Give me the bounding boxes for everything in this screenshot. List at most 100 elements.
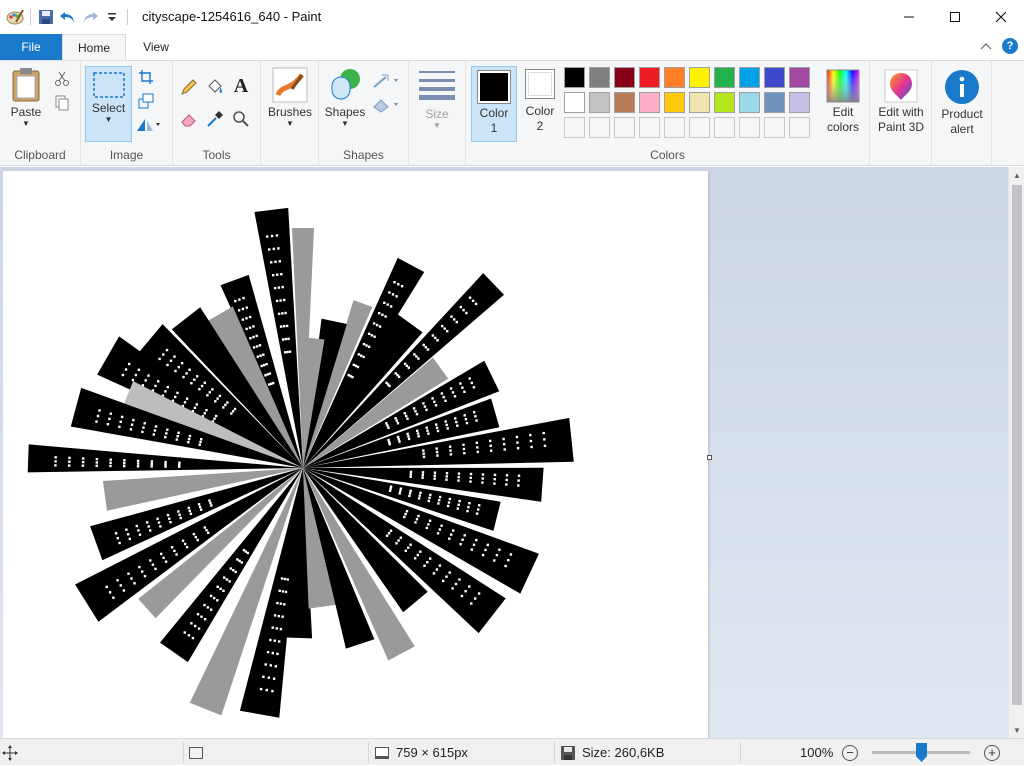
magnifier-icon[interactable] <box>231 109 251 129</box>
size-button[interactable]: Size ▼ <box>415 69 459 130</box>
building-window <box>157 521 161 524</box>
custom-color-slot[interactable] <box>564 117 585 138</box>
palette-swatch[interactable] <box>764 67 785 88</box>
crop-icon[interactable] <box>136 67 156 87</box>
palette-swatch[interactable] <box>614 67 635 88</box>
canvas-resize-handle[interactable] <box>707 455 712 460</box>
palette-swatch[interactable] <box>589 67 610 88</box>
maximize-button[interactable] <box>932 0 978 34</box>
custom-color-slot[interactable] <box>739 117 760 138</box>
eraser-icon[interactable] <box>179 109 199 129</box>
building-window <box>457 503 460 506</box>
custom-color-slot[interactable] <box>589 117 610 138</box>
building-window <box>216 585 219 588</box>
palette-swatch[interactable] <box>714 92 735 113</box>
custom-color-slot[interactable] <box>664 117 685 138</box>
scrollbar-thumb[interactable] <box>1012 185 1022 705</box>
palette-swatch[interactable] <box>739 67 760 88</box>
building-window <box>389 487 392 490</box>
shapes-button[interactable]: Shapes ▼ <box>323 67 367 128</box>
building-window <box>206 606 210 609</box>
undo-icon[interactable] <box>57 7 79 27</box>
building-window <box>198 443 201 446</box>
help-icon[interactable]: ? <box>1002 38 1018 54</box>
resize-icon[interactable] <box>136 91 156 111</box>
building-window <box>159 525 162 528</box>
outline-icon[interactable] <box>371 71 401 91</box>
palette-swatch[interactable] <box>689 92 710 113</box>
palette-swatch[interactable] <box>639 92 660 113</box>
customize-qat-icon[interactable] <box>101 7 123 27</box>
custom-color-slot[interactable] <box>764 117 785 138</box>
building-window <box>286 350 289 354</box>
brushes-button[interactable]: Brushes ▼ <box>266 67 314 128</box>
save-icon[interactable] <box>35 7 57 27</box>
color2-button[interactable]: Color 2 <box>518 69 562 134</box>
color1-button[interactable]: Color 1 <box>471 66 517 142</box>
palette-swatch[interactable] <box>639 67 660 88</box>
minimize-button[interactable] <box>886 0 932 34</box>
copy-icon[interactable] <box>52 93 72 113</box>
fill-bucket-icon[interactable] <box>205 77 225 97</box>
building-window <box>436 339 439 342</box>
building-window <box>408 492 412 495</box>
building-window <box>407 435 410 438</box>
building-window <box>175 438 178 441</box>
close-button[interactable] <box>978 0 1024 34</box>
pencil-icon[interactable] <box>179 77 199 97</box>
palette-swatch[interactable] <box>589 92 610 113</box>
palette-swatch[interactable] <box>689 67 710 88</box>
custom-color-slot[interactable] <box>789 117 810 138</box>
zoom-in-button[interactable]: + <box>984 745 1000 761</box>
building-window <box>122 589 126 592</box>
building-window <box>125 528 128 531</box>
palette-swatch[interactable] <box>789 67 810 88</box>
palette-swatch[interactable] <box>664 92 685 113</box>
color-picker-icon[interactable] <box>205 109 225 129</box>
building-window <box>275 234 279 237</box>
zoom-out-button[interactable]: − <box>842 745 858 761</box>
fill-icon[interactable] <box>371 95 401 115</box>
paste-button[interactable]: Paste ▼ <box>6 67 46 128</box>
tab-view[interactable]: View <box>126 34 186 60</box>
edit-colors-button[interactable]: Edit colors <box>820 69 866 135</box>
custom-color-slot[interactable] <box>639 117 660 138</box>
collapse-ribbon-icon[interactable] <box>980 41 992 51</box>
palette-swatch[interactable] <box>614 92 635 113</box>
scroll-down-icon[interactable]: ▼ <box>1009 722 1024 738</box>
palette-swatch[interactable] <box>714 67 735 88</box>
scroll-up-icon[interactable]: ▲ <box>1009 167 1024 183</box>
palette-swatch[interactable] <box>789 92 810 113</box>
select-button[interactable]: Select ▼ <box>85 66 132 142</box>
building-window <box>162 556 165 559</box>
cut-icon[interactable] <box>52 69 72 89</box>
redo-icon[interactable] <box>79 7 101 27</box>
edit-with-paint3d-button[interactable]: Edit with Paint 3D <box>872 69 930 135</box>
product-alert-button[interactable]: Product alert <box>934 69 990 137</box>
palette-swatch[interactable] <box>564 67 585 88</box>
palette-swatch[interactable] <box>564 92 585 113</box>
custom-color-slot[interactable] <box>614 117 635 138</box>
palette-swatch[interactable] <box>764 92 785 113</box>
building-window <box>203 526 206 529</box>
text-tool-icon[interactable]: A <box>231 75 251 97</box>
rotate-icon[interactable] <box>134 115 162 135</box>
palette-swatch[interactable] <box>739 92 760 113</box>
building-window <box>505 478 508 482</box>
vertical-scrollbar[interactable]: ▲ ▼ <box>1008 167 1024 738</box>
building-window <box>456 424 459 427</box>
tab-file[interactable]: File <box>0 34 62 60</box>
tab-home[interactable]: Home <box>62 34 126 60</box>
building-window <box>395 542 398 545</box>
building-window <box>399 536 402 539</box>
custom-color-slot[interactable] <box>714 117 735 138</box>
building-window <box>504 564 507 568</box>
zoom-slider[interactable] <box>872 743 970 762</box>
palette-swatch[interactable] <box>664 67 685 88</box>
building-window <box>165 348 169 352</box>
drawing-canvas[interactable] <box>3 171 708 738</box>
zoom-slider-thumb[interactable] <box>916 743 927 762</box>
custom-color-slot[interactable] <box>689 117 710 138</box>
building-window <box>255 334 258 338</box>
paint-app-icon[interactable] <box>4 7 26 27</box>
